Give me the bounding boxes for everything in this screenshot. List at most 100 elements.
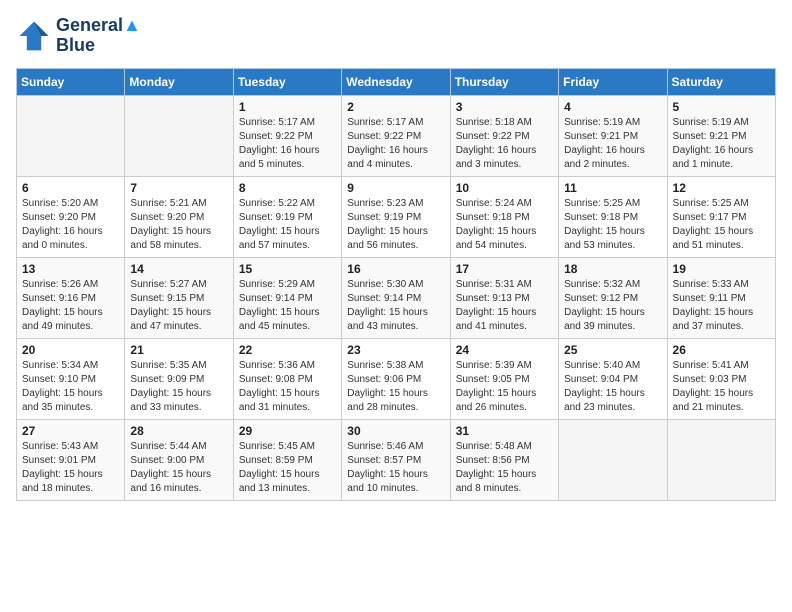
calendar-cell: 12Sunrise: 5:25 AM Sunset: 9:17 PM Dayli… — [667, 176, 775, 257]
day-number: 29 — [239, 424, 336, 438]
calendar-week-row: 1 Sunrise: 5:17 AM Sunset: 9:22 PM Daylig… — [17, 95, 776, 176]
weekday-header: Tuesday — [233, 68, 341, 95]
day-info: Sunrise: 5:40 AM Sunset: 9:04 PM Dayligh… — [564, 359, 661, 415]
calendar-cell — [559, 419, 667, 500]
day-number: 16 — [347, 262, 444, 276]
logo: General▲ Blue — [16, 16, 141, 56]
day-info: Sunrise: 5:38 AM Sunset: 9:06 PM Dayligh… — [347, 359, 444, 415]
calendar-cell — [17, 95, 125, 176]
calendar-cell: 19Sunrise: 5:33 AM Sunset: 9:11 PM Dayli… — [667, 257, 775, 338]
day-info: Sunrise: 5:25 AM Sunset: 9:17 PM Dayligh… — [673, 197, 770, 253]
day-number: 5 — [673, 100, 770, 114]
day-info: Sunrise: 5:17 AM Sunset: 9:22 PM Dayligh… — [239, 116, 336, 172]
day-number: 21 — [130, 343, 227, 357]
calendar-cell: 29Sunrise: 5:45 AM Sunset: 8:59 PM Dayli… — [233, 419, 341, 500]
day-number: 31 — [456, 424, 553, 438]
calendar-cell: 3 Sunrise: 5:18 AM Sunset: 9:22 PM Daylig… — [450, 95, 558, 176]
day-info: Sunrise: 5:35 AM Sunset: 9:09 PM Dayligh… — [130, 359, 227, 415]
day-info: Sunrise: 5:30 AM Sunset: 9:14 PM Dayligh… — [347, 278, 444, 334]
calendar-cell: 11 Sunrise: 5:25 AM Sunset: 9:18 PM Dayli… — [559, 176, 667, 257]
day-number: 11 — [564, 181, 661, 195]
day-number: 28 — [130, 424, 227, 438]
calendar-cell: 23 Sunrise: 5:38 AM Sunset: 9:06 PM Dayli… — [342, 338, 450, 419]
day-info: Sunrise: 5:39 AM Sunset: 9:05 PM Dayligh… — [456, 359, 553, 415]
calendar-week-row: 13 Sunrise: 5:26 AM Sunset: 9:16 PM Dayli… — [17, 257, 776, 338]
day-number: 13 — [22, 262, 119, 276]
weekday-header: Friday — [559, 68, 667, 95]
calendar-cell: 20 Sunrise: 5:34 AM Sunset: 9:10 PM Dayli… — [17, 338, 125, 419]
day-info: Sunrise: 5:26 AM Sunset: 9:16 PM Dayligh… — [22, 278, 119, 334]
day-info: Sunrise: 5:33 AM Sunset: 9:11 PM Dayligh… — [673, 278, 770, 334]
calendar-cell: 7Sunrise: 5:21 AM Sunset: 9:20 PM Daylig… — [125, 176, 233, 257]
weekday-header: Monday — [125, 68, 233, 95]
day-info: Sunrise: 5:24 AM Sunset: 9:18 PM Dayligh… — [456, 197, 553, 253]
calendar-cell: 16 Sunrise: 5:30 AM Sunset: 9:14 PM Dayli… — [342, 257, 450, 338]
day-info: Sunrise: 5:22 AM Sunset: 9:19 PM Dayligh… — [239, 197, 336, 253]
day-number: 27 — [22, 424, 119, 438]
day-info: Sunrise: 5:19 AM Sunset: 9:21 PM Dayligh… — [564, 116, 661, 172]
calendar-cell: 14 Sunrise: 5:27 AM Sunset: 9:15 PM Dayli… — [125, 257, 233, 338]
day-info: Sunrise: 5:32 AM Sunset: 9:12 PM Dayligh… — [564, 278, 661, 334]
day-number: 25 — [564, 343, 661, 357]
day-info: Sunrise: 5:43 AM Sunset: 9:01 PM Dayligh… — [22, 440, 119, 496]
calendar-cell: 15Sunrise: 5:29 AM Sunset: 9:14 PM Dayli… — [233, 257, 341, 338]
day-number: 9 — [347, 181, 444, 195]
day-number: 17 — [456, 262, 553, 276]
calendar-cell: 4 Sunrise: 5:19 AM Sunset: 9:21 PM Daylig… — [559, 95, 667, 176]
day-number: 2 — [347, 100, 444, 114]
day-number: 4 — [564, 100, 661, 114]
day-number: 23 — [347, 343, 444, 357]
calendar-cell: 2 Sunrise: 5:17 AM Sunset: 9:22 PM Daylig… — [342, 95, 450, 176]
calendar-cell: 5Sunrise: 5:19 AM Sunset: 9:21 PM Daylig… — [667, 95, 775, 176]
day-number: 8 — [239, 181, 336, 195]
day-info: Sunrise: 5:41 AM Sunset: 9:03 PM Dayligh… — [673, 359, 770, 415]
calendar-cell: 30 Sunrise: 5:46 AM Sunset: 8:57 PM Dayli… — [342, 419, 450, 500]
calendar-cell: 25 Sunrise: 5:40 AM Sunset: 9:04 PM Dayli… — [559, 338, 667, 419]
weekday-header: Saturday — [667, 68, 775, 95]
calendar-cell: 13 Sunrise: 5:26 AM Sunset: 9:16 PM Dayli… — [17, 257, 125, 338]
day-info: Sunrise: 5:34 AM Sunset: 9:10 PM Dayligh… — [22, 359, 119, 415]
weekday-header: Sunday — [17, 68, 125, 95]
day-info: Sunrise: 5:36 AM Sunset: 9:08 PM Dayligh… — [239, 359, 336, 415]
day-info: Sunrise: 5:27 AM Sunset: 9:15 PM Dayligh… — [130, 278, 227, 334]
calendar-cell: 18 Sunrise: 5:32 AM Sunset: 9:12 PM Dayli… — [559, 257, 667, 338]
day-info: Sunrise: 5:25 AM Sunset: 9:18 PM Dayligh… — [564, 197, 661, 253]
logo-text: General▲ Blue — [56, 16, 141, 56]
day-info: Sunrise: 5:23 AM Sunset: 9:19 PM Dayligh… — [347, 197, 444, 253]
calendar-cell: 26 Sunrise: 5:41 AM Sunset: 9:03 PM Dayli… — [667, 338, 775, 419]
day-info: Sunrise: 5:48 AM Sunset: 8:56 PM Dayligh… — [456, 440, 553, 496]
calendar-week-row: 27 Sunrise: 5:43 AM Sunset: 9:01 PM Dayli… — [17, 419, 776, 500]
day-number: 10 — [456, 181, 553, 195]
day-number: 30 — [347, 424, 444, 438]
day-info: Sunrise: 5:29 AM Sunset: 9:14 PM Dayligh… — [239, 278, 336, 334]
day-number: 7 — [130, 181, 227, 195]
calendar-cell: 9 Sunrise: 5:23 AM Sunset: 9:19 PM Daylig… — [342, 176, 450, 257]
day-number: 22 — [239, 343, 336, 357]
calendar-cell: 31 Sunrise: 5:48 AM Sunset: 8:56 PM Dayli… — [450, 419, 558, 500]
calendar-cell: 27 Sunrise: 5:43 AM Sunset: 9:01 PM Dayli… — [17, 419, 125, 500]
weekday-header: Wednesday — [342, 68, 450, 95]
day-info: Sunrise: 5:46 AM Sunset: 8:57 PM Dayligh… — [347, 440, 444, 496]
day-number: 24 — [456, 343, 553, 357]
weekday-header-row: SundayMondayTuesdayWednesdayThursdayFrid… — [17, 68, 776, 95]
calendar-cell — [125, 95, 233, 176]
day-number: 20 — [22, 343, 119, 357]
day-info: Sunrise: 5:17 AM Sunset: 9:22 PM Dayligh… — [347, 116, 444, 172]
calendar-cell: 22 Sunrise: 5:36 AM Sunset: 9:08 PM Dayli… — [233, 338, 341, 419]
day-info: Sunrise: 5:31 AM Sunset: 9:13 PM Dayligh… — [456, 278, 553, 334]
day-number: 26 — [673, 343, 770, 357]
day-number: 3 — [456, 100, 553, 114]
calendar-cell — [667, 419, 775, 500]
calendar-cell: 28Sunrise: 5:44 AM Sunset: 9:00 PM Dayli… — [125, 419, 233, 500]
page-header: General▲ Blue — [16, 16, 776, 56]
day-info: Sunrise: 5:18 AM Sunset: 9:22 PM Dayligh… — [456, 116, 553, 172]
day-number: 14 — [130, 262, 227, 276]
calendar-week-row: 6Sunrise: 5:20 AM Sunset: 9:20 PM Daylig… — [17, 176, 776, 257]
calendar-cell: 21 Sunrise: 5:35 AM Sunset: 9:09 PM Dayli… — [125, 338, 233, 419]
day-number: 18 — [564, 262, 661, 276]
calendar-week-row: 20 Sunrise: 5:34 AM Sunset: 9:10 PM Dayli… — [17, 338, 776, 419]
calendar-cell: 17 Sunrise: 5:31 AM Sunset: 9:13 PM Dayli… — [450, 257, 558, 338]
calendar-cell: 1 Sunrise: 5:17 AM Sunset: 9:22 PM Daylig… — [233, 95, 341, 176]
weekday-header: Thursday — [450, 68, 558, 95]
day-number: 1 — [239, 100, 336, 114]
